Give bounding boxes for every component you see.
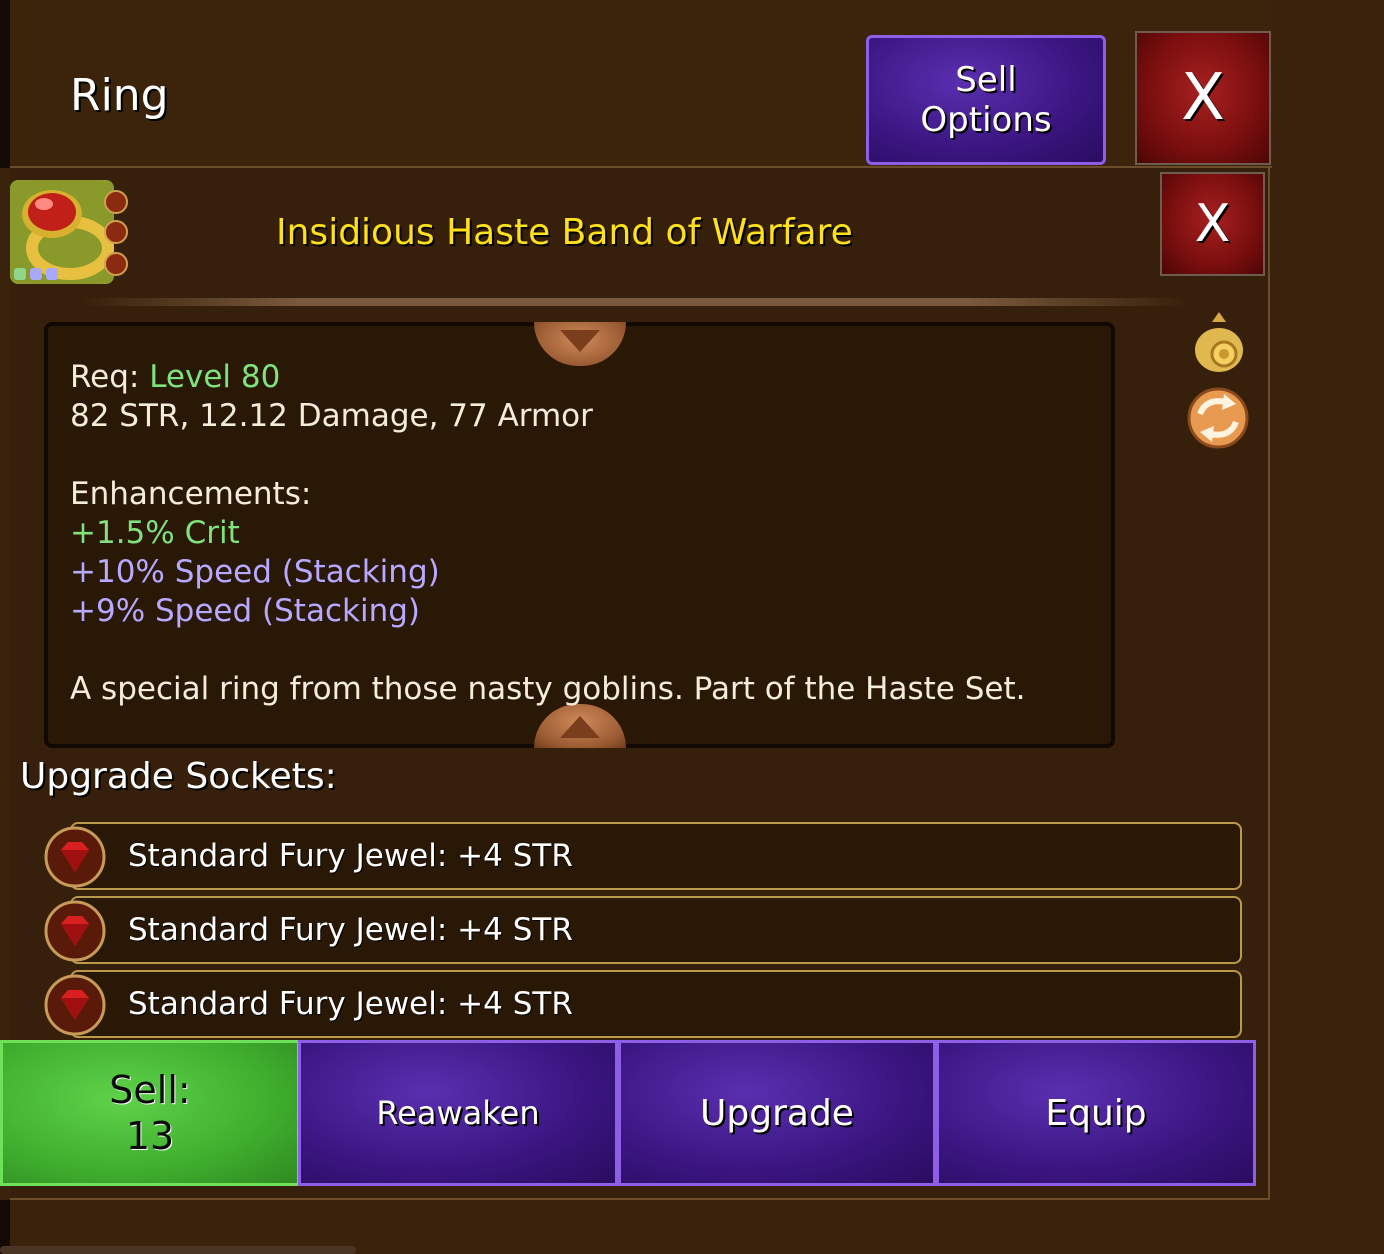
bottom-strip: [0, 1246, 356, 1254]
socket-row[interactable]: Standard Fury Jewel: +4 STR: [70, 822, 1242, 890]
left-edge: [0, 0, 10, 168]
ring-item-icon: [10, 180, 128, 284]
sell-label: Sell: 13: [109, 1068, 191, 1158]
item-stats: 82 STR, 12.12 Damage, 77 Armor: [70, 398, 593, 434]
sell-button[interactable]: Sell: 13: [0, 1040, 300, 1186]
reawaken-button[interactable]: Reawaken: [298, 1040, 618, 1186]
close-item-button[interactable]: X: [1160, 172, 1265, 276]
ruby-jewel-icon: [44, 974, 106, 1036]
sell-options-label: Sell Options: [920, 60, 1052, 140]
item-flavor-text: A special ring from those nasty goblins.…: [70, 671, 1026, 707]
socket-label: Standard Fury Jewel: +4 STR: [128, 838, 573, 874]
divider: [80, 298, 1190, 306]
page-title: Ring: [70, 70, 169, 121]
gold-bag-icon[interactable]: [1192, 308, 1246, 374]
equip-button[interactable]: Equip: [936, 1040, 1256, 1186]
reroll-icon[interactable]: [1186, 386, 1250, 450]
close-window-button[interactable]: X: [1135, 31, 1271, 165]
enhancements-label: Enhancements:: [70, 476, 312, 512]
enhancement-speed-1: +10% Speed (Stacking): [70, 554, 440, 590]
item-name: Insidious Haste Band of Warfare: [276, 212, 853, 253]
reawaken-label: Reawaken: [376, 1094, 540, 1132]
equip-label: Equip: [1045, 1092, 1147, 1134]
ruby-jewel-icon: [44, 826, 106, 888]
enhancement-speed-2: +9% Speed (Stacking): [70, 593, 420, 629]
upgrade-sockets-title: Upgrade Sockets:: [20, 756, 337, 797]
sell-options-button[interactable]: Sell Options: [866, 35, 1106, 165]
req-level: Level 80: [149, 359, 281, 395]
ruby-jewel-icon: [44, 900, 106, 962]
req-label: Req:: [70, 359, 140, 395]
close-icon: X: [1181, 61, 1225, 135]
socket-label: Standard Fury Jewel: +4 STR: [128, 986, 573, 1022]
close-icon: X: [1194, 194, 1231, 254]
socket-label: Standard Fury Jewel: +4 STR: [128, 912, 573, 948]
upgrade-label: Upgrade: [700, 1092, 854, 1134]
socket-row[interactable]: Standard Fury Jewel: +4 STR: [70, 896, 1242, 964]
enhancement-crit: +1.5% Crit: [70, 515, 240, 551]
upgrade-button[interactable]: Upgrade: [618, 1040, 936, 1186]
requirement-row: Req: Level 80: [70, 358, 280, 397]
socket-row[interactable]: Standard Fury Jewel: +4 STR: [70, 970, 1242, 1038]
